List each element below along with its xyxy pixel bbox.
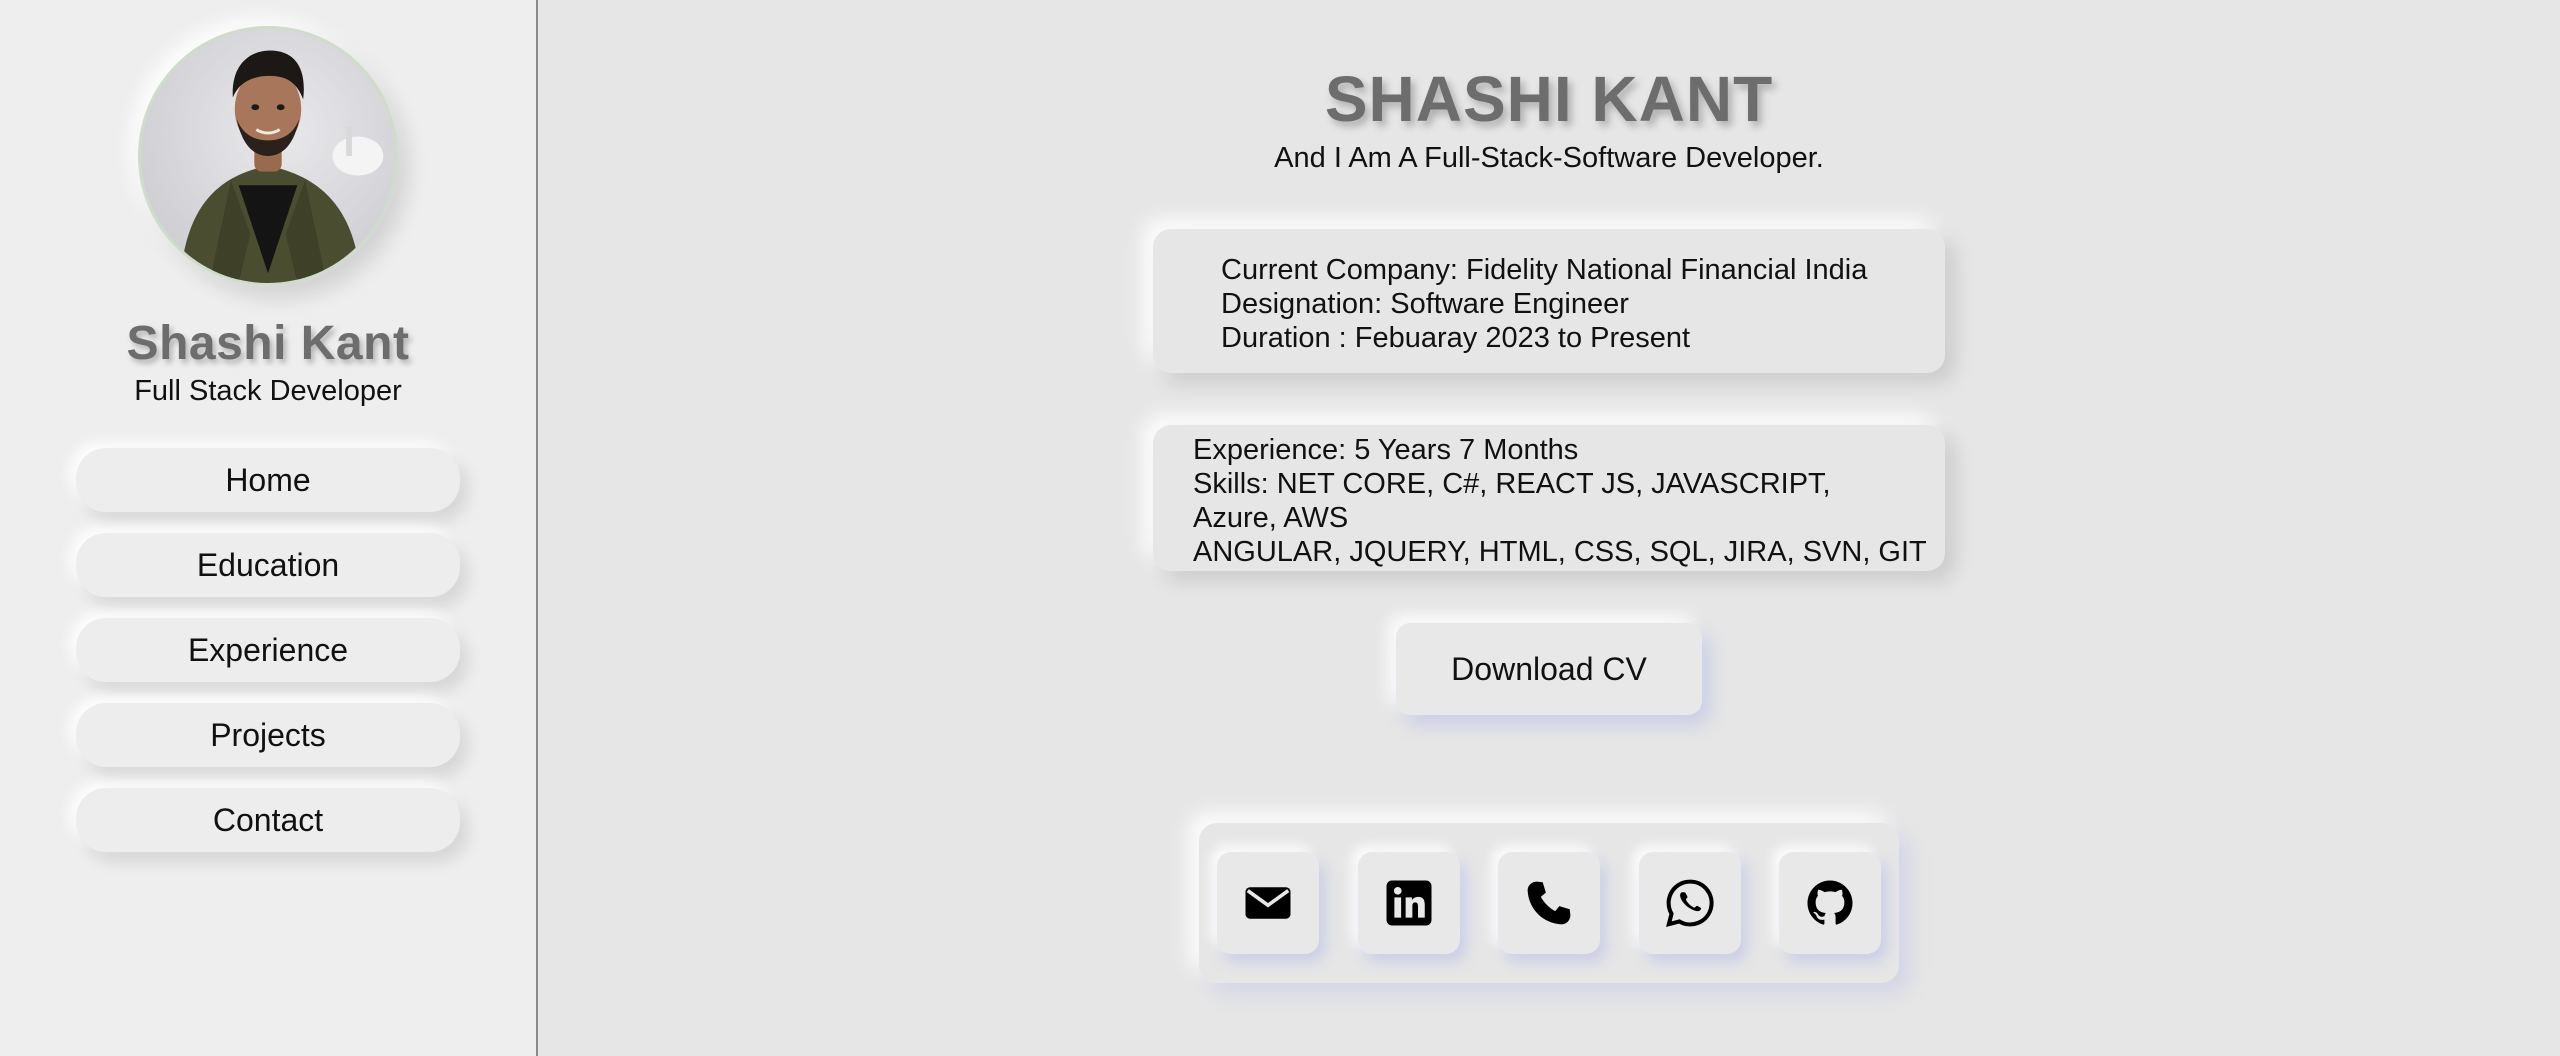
company-text: Current Company: Fidelity National Finan… <box>1221 254 1868 286</box>
skills-text-line1: Skills: NET CORE, C#, REACT JS, JAVASCRI… <box>1193 468 1831 500</box>
nav-item-experience[interactable]: Experience <box>76 618 460 682</box>
linkedin-icon <box>1386 880 1431 926</box>
main-content: SHASHI KANT And I Am A Full-Stack-Softwa… <box>538 0 2560 1056</box>
nav-item-contact[interactable]: Contact <box>76 788 460 852</box>
social-links-bar <box>1199 823 1899 983</box>
page-subtitle: And I Am A Full-Stack-Software Developer… <box>1274 142 1824 174</box>
nav-item-education[interactable]: Education <box>76 533 460 597</box>
download-cv-button[interactable]: Download CV <box>1396 623 1702 715</box>
whatsapp-icon <box>1665 879 1714 927</box>
linkedin-button[interactable] <box>1357 852 1460 954</box>
sidebar: Shashi Kant Full Stack Developer Home Ed… <box>0 0 538 1056</box>
company-card: Current Company: Fidelity National Finan… <box>1153 229 1945 373</box>
skills-text-line2: Azure, AWS <box>1193 502 1349 534</box>
email-button[interactable] <box>1217 852 1319 954</box>
nav-item-home[interactable]: Home <box>76 448 460 512</box>
envelope-icon <box>1245 887 1291 919</box>
whatsapp-button[interactable] <box>1638 852 1741 954</box>
sidebar-nav: Home Education Experience Projects Conta… <box>76 448 460 852</box>
profile-photo-illustration <box>180 50 384 283</box>
skills-card: Experience: 5 Years 7 Months Skills: NET… <box>1153 425 1945 571</box>
duration-text: Duration : Febuaray 2023 to Present <box>1221 322 1691 354</box>
designation-text: Designation: Software Engineer <box>1221 288 1629 320</box>
phone-icon <box>1527 881 1571 925</box>
phone-button[interactable] <box>1498 852 1600 954</box>
experience-text: Experience: 5 Years 7 Months <box>1193 434 1579 466</box>
github-icon <box>1807 880 1853 925</box>
sidebar-name: Shashi Kant <box>126 317 410 370</box>
sidebar-role: Full Stack Developer <box>134 375 402 407</box>
avatar <box>138 26 398 286</box>
skills-text-line3: ANGULAR, JQUERY, HTML, CSS, SQL, JIRA, S… <box>1193 536 1927 568</box>
github-button[interactable] <box>1779 852 1881 954</box>
page-layout: Shashi Kant Full Stack Developer Home Ed… <box>0 0 2560 1056</box>
page-title: SHASHI KANT <box>1324 63 1774 135</box>
nav-item-projects[interactable]: Projects <box>76 703 460 767</box>
